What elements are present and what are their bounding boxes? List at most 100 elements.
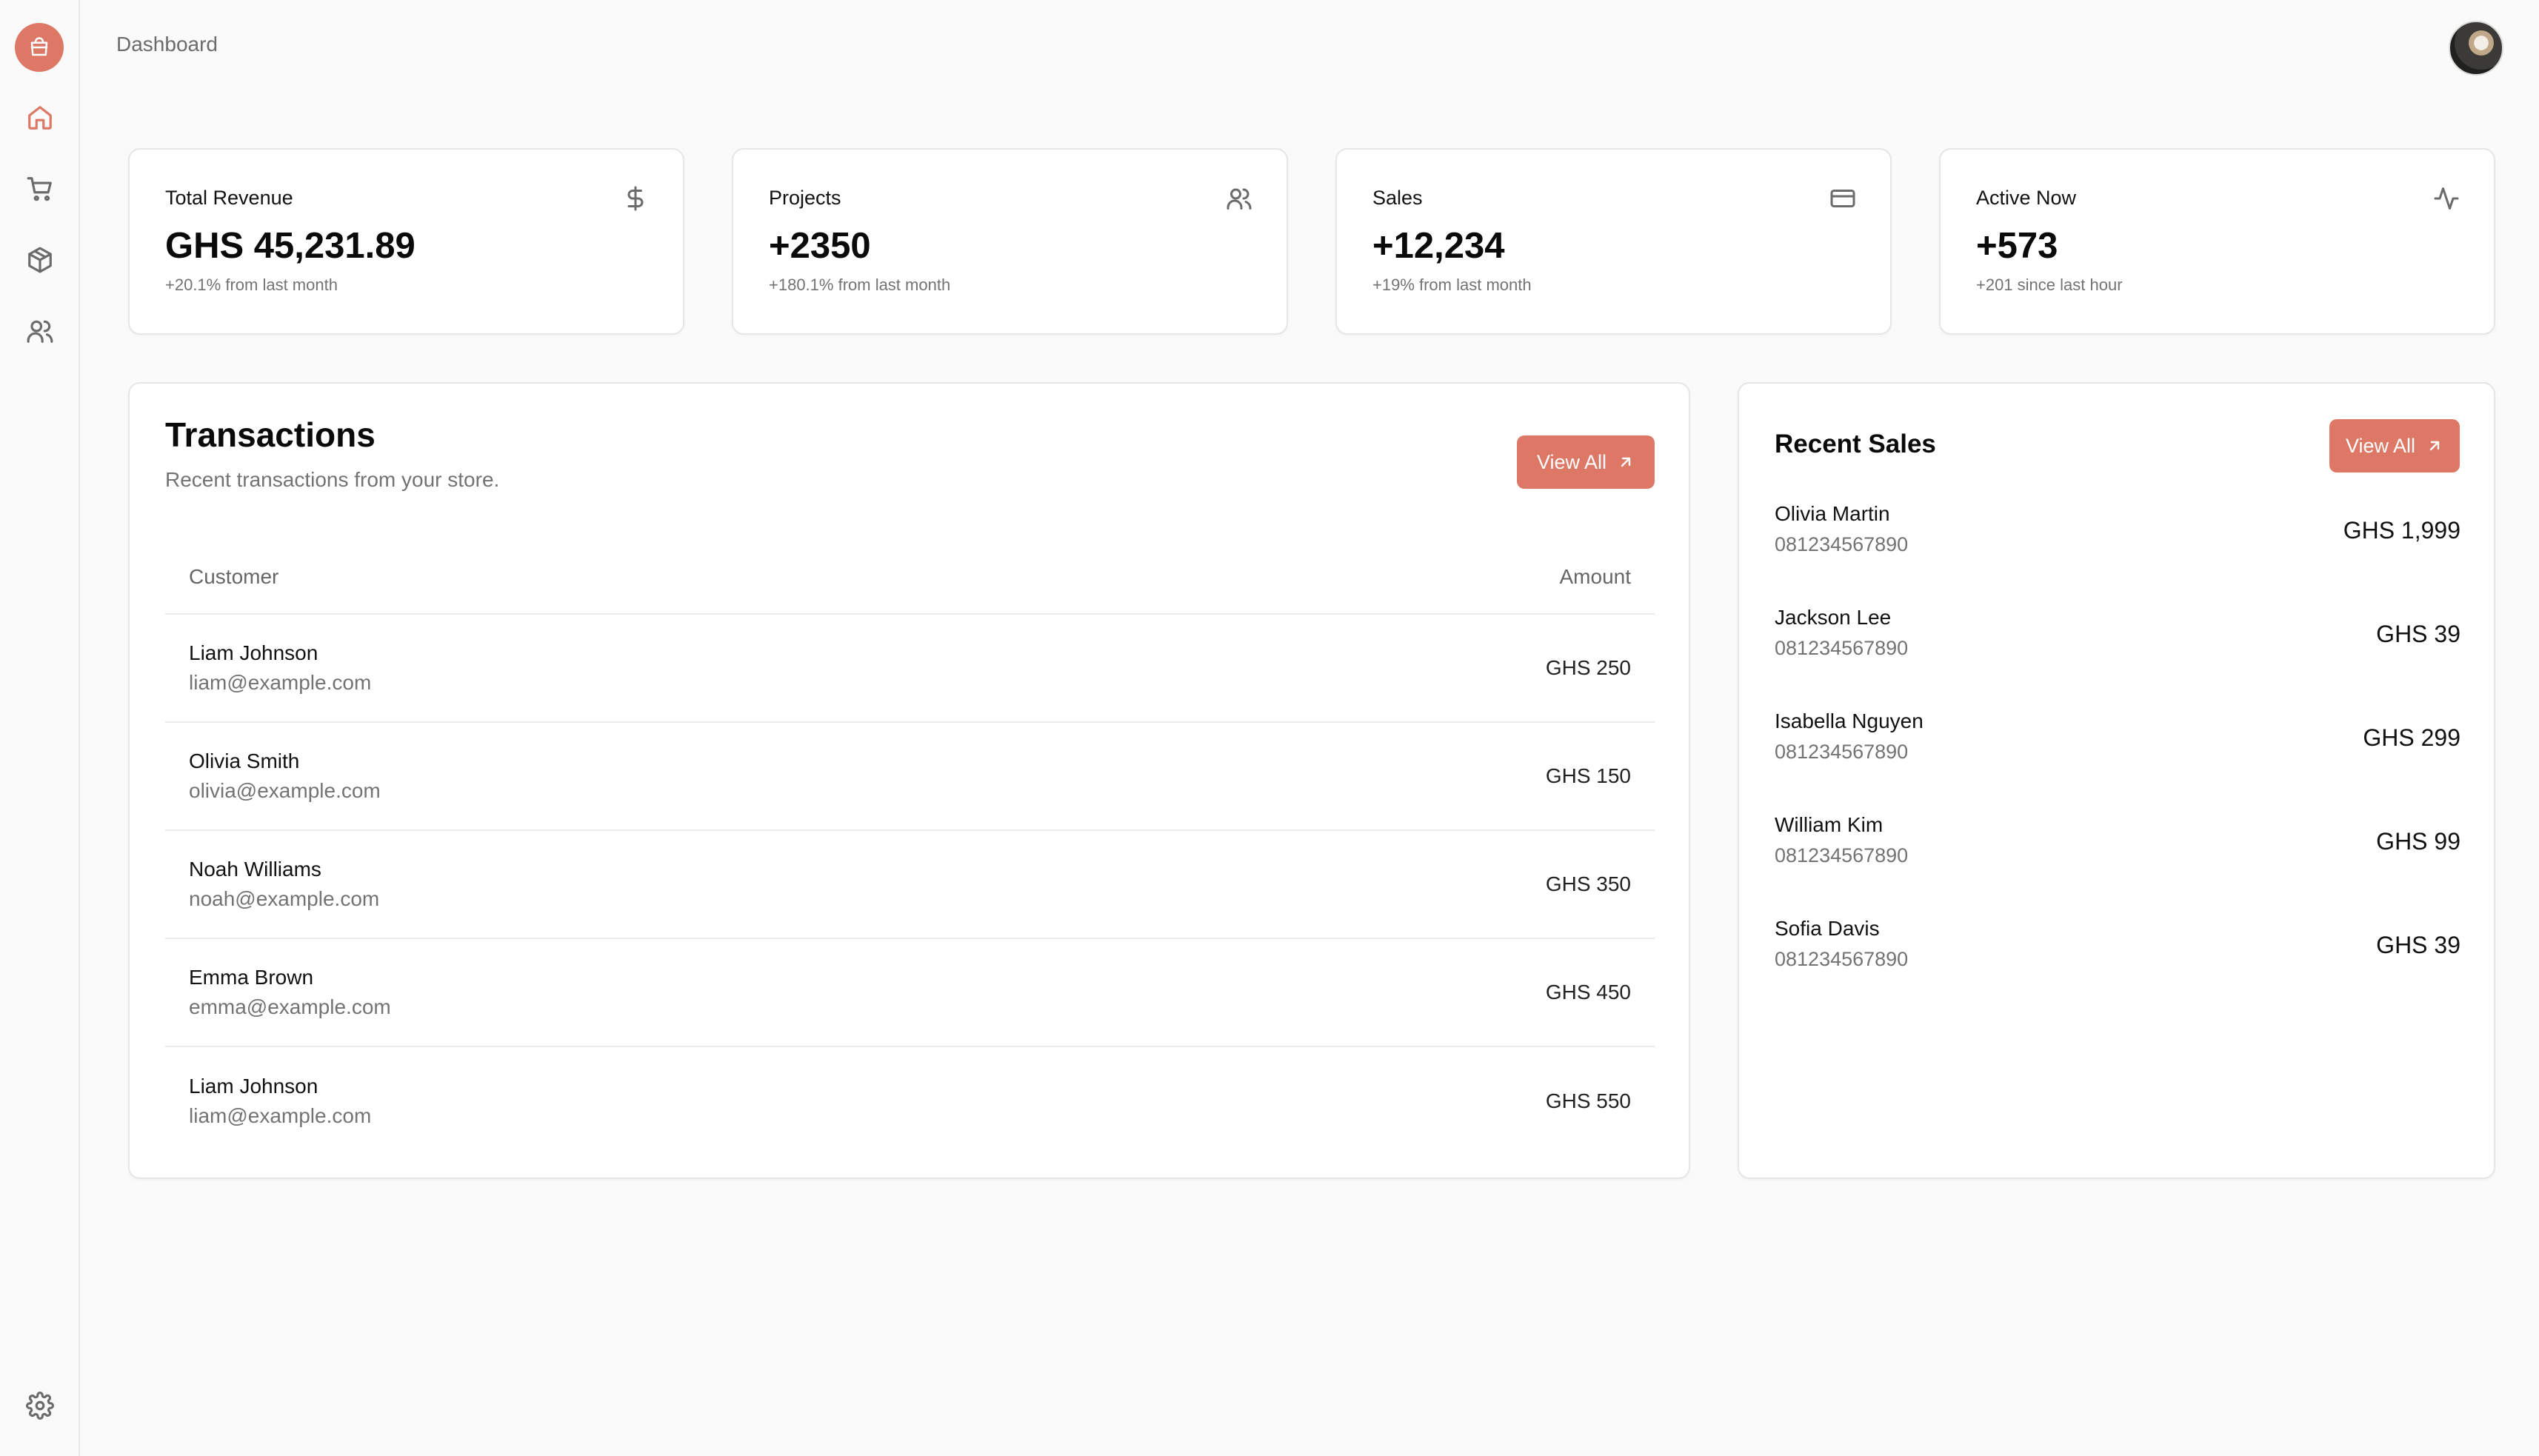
list-item[interactable]: Sofia Davis 081234567890 GHS 39 xyxy=(1775,917,2460,1021)
customer-cell: Liam Johnson liam@example.com xyxy=(189,641,371,695)
customer-email: liam@example.com xyxy=(189,671,372,694)
sale-amount: GHS 1,999 xyxy=(2343,517,2460,544)
shopping-cart-icon xyxy=(27,177,52,201)
credit-card-icon xyxy=(1829,185,1856,212)
customer-name: Emma Brown xyxy=(189,966,314,989)
sale-customer-phone: 081234567890 xyxy=(1775,741,1909,763)
stat-value: +573 xyxy=(1976,226,2058,266)
stat-title: Projects xyxy=(769,187,841,209)
stat-value: +12,234 xyxy=(1372,226,1505,266)
transactions-view-all-button[interactable]: View All xyxy=(1517,435,1655,489)
stat-value: GHS 45,231.89 xyxy=(165,226,416,266)
list-item[interactable]: William Kim 081234567890 GHS 99 xyxy=(1775,813,2460,917)
users-icon xyxy=(27,320,53,343)
users-icon xyxy=(1226,185,1252,212)
sale-customer-phone: 081234567890 xyxy=(1775,948,1909,970)
stat-card-revenue: Total Revenue GHS 45,231.89 +20.1% from … xyxy=(128,148,684,335)
customer-name: Liam Johnson xyxy=(189,1075,318,1098)
dollar-icon xyxy=(622,185,649,212)
sale-customer: William Kim 081234567890 xyxy=(1775,813,1908,867)
list-item[interactable]: Olivia Martin 081234567890 GHS 1,999 xyxy=(1775,502,2460,606)
sale-customer: Sofia Davis 081234567890 xyxy=(1775,917,1908,971)
sale-amount: GHS 39 xyxy=(2376,621,2460,647)
table-row[interactable]: Liam Johnson liam@example.com GHS 550 xyxy=(165,1047,1655,1155)
sidebar-item-cart[interactable] xyxy=(16,165,64,213)
list-item[interactable]: Jackson Lee 081234567890 GHS 39 xyxy=(1775,606,2460,709)
amount-cell: GHS 350 xyxy=(1545,872,1631,895)
sale-customer-phone: 081234567890 xyxy=(1775,533,1909,555)
stat-card-projects: Projects +2350 +180.1% from last month xyxy=(732,148,1288,335)
stat-subtext: +20.1% from last month xyxy=(165,275,338,294)
settings-icon xyxy=(26,1392,54,1420)
view-all-label: View All xyxy=(1536,450,1607,473)
customer-email: emma@example.com xyxy=(189,995,391,1018)
customer-cell: Emma Brown emma@example.com xyxy=(189,966,391,1019)
store-logo-button[interactable] xyxy=(15,23,64,72)
transactions-card: Transactions Recent transactions from yo… xyxy=(128,382,1690,1179)
sale-customer: Jackson Lee 081234567890 xyxy=(1775,606,1908,660)
stat-card-active-now: Active Now +573 +201 since last hour xyxy=(1939,148,2495,335)
package-icon xyxy=(28,247,52,273)
recent-sales-list: Olivia Martin 081234567890 GHS 1,999 Jac… xyxy=(1775,502,2460,1021)
stat-card-sales: Sales +12,234 +19% from last month xyxy=(1335,148,1892,335)
stat-title: Active Now xyxy=(1976,187,2077,209)
sale-customer-name: Sofia Davis xyxy=(1775,917,1880,940)
amount-cell: GHS 250 xyxy=(1545,656,1631,679)
recent-sales-card: Recent Sales View All Olivia Martin 0812… xyxy=(1738,382,2495,1179)
customer-cell: Liam Johnson liam@example.com xyxy=(189,1075,371,1128)
transactions-description: Recent transactions from your store. xyxy=(165,468,500,491)
sale-customer-name: Isabella Nguyen xyxy=(1775,709,1924,732)
sale-customer: Isabella Nguyen 081234567890 xyxy=(1775,709,1924,764)
sale-customer-name: Olivia Martin xyxy=(1775,502,1890,525)
sale-customer-name: William Kim xyxy=(1775,813,1884,836)
stat-subtext: +201 since last hour xyxy=(1976,275,2123,294)
transactions-title: Transactions xyxy=(165,415,376,454)
table-row[interactable]: Noah Williams noah@example.com GHS 350 xyxy=(165,831,1655,939)
table-row[interactable]: Liam Johnson liam@example.com GHS 250 xyxy=(165,615,1655,723)
amount-cell: GHS 150 xyxy=(1545,764,1631,787)
activity-icon xyxy=(2433,185,2460,212)
recent-sales-title: Recent Sales xyxy=(1775,430,1936,458)
sale-amount: GHS 99 xyxy=(2376,828,2460,855)
breadcrumb[interactable]: Dashboard xyxy=(116,33,218,56)
store-icon xyxy=(30,37,48,56)
stat-title: Sales xyxy=(1372,187,1423,209)
sale-customer-phone: 081234567890 xyxy=(1775,844,1909,866)
stat-subtext: +19% from last month xyxy=(1372,275,1532,294)
stat-subtext: +180.1% from last month xyxy=(769,275,951,294)
sale-amount: GHS 299 xyxy=(2363,724,2460,751)
sale-customer-phone: 081234567890 xyxy=(1775,637,1909,659)
customer-email: liam@example.com xyxy=(189,1104,372,1127)
avatar[interactable] xyxy=(2449,21,2503,76)
arrow-up-right-icon xyxy=(1621,457,1631,467)
amount-cell: GHS 550 xyxy=(1545,1089,1631,1112)
sidebar-item-settings[interactable] xyxy=(16,1382,64,1429)
stat-value: +2350 xyxy=(769,226,871,266)
column-header-amount[interactable]: Amount xyxy=(1560,565,1632,589)
customer-name: Liam Johnson xyxy=(189,641,318,664)
stat-title: Total Revenue xyxy=(165,187,293,209)
sale-customer-name: Jackson Lee xyxy=(1775,606,1892,629)
sidebar xyxy=(0,0,80,1456)
sidebar-item-customers[interactable] xyxy=(16,307,64,355)
customer-email: olivia@example.com xyxy=(189,779,381,802)
transactions-table: Customer Amount Liam Johnson liam@exampl… xyxy=(165,541,1655,1155)
customer-name: Noah Williams xyxy=(189,858,321,881)
customer-cell: Olivia Smith olivia@example.com xyxy=(189,749,381,803)
customer-cell: Noah Williams noah@example.com xyxy=(189,858,379,911)
home-icon xyxy=(28,106,52,130)
sidebar-item-products[interactable] xyxy=(16,236,64,284)
recent-sales-view-all-button[interactable]: View All xyxy=(2329,419,2460,472)
column-header-customer[interactable]: Customer xyxy=(189,565,278,589)
amount-cell: GHS 450 xyxy=(1545,981,1631,1003)
arrow-up-right-icon xyxy=(2429,441,2440,451)
customer-name: Olivia Smith xyxy=(189,749,300,772)
list-item[interactable]: Isabella Nguyen 081234567890 GHS 299 xyxy=(1775,709,2460,813)
sidebar-item-home[interactable] xyxy=(16,94,64,141)
table-row[interactable]: Olivia Smith olivia@example.com GHS 150 xyxy=(165,723,1655,831)
sale-amount: GHS 39 xyxy=(2376,932,2460,958)
table-row[interactable]: Emma Brown emma@example.com GHS 450 xyxy=(165,939,1655,1047)
sale-customer: Olivia Martin 081234567890 xyxy=(1775,502,1908,556)
customer-email: noah@example.com xyxy=(189,887,380,910)
view-all-label: View All xyxy=(2345,434,2416,457)
